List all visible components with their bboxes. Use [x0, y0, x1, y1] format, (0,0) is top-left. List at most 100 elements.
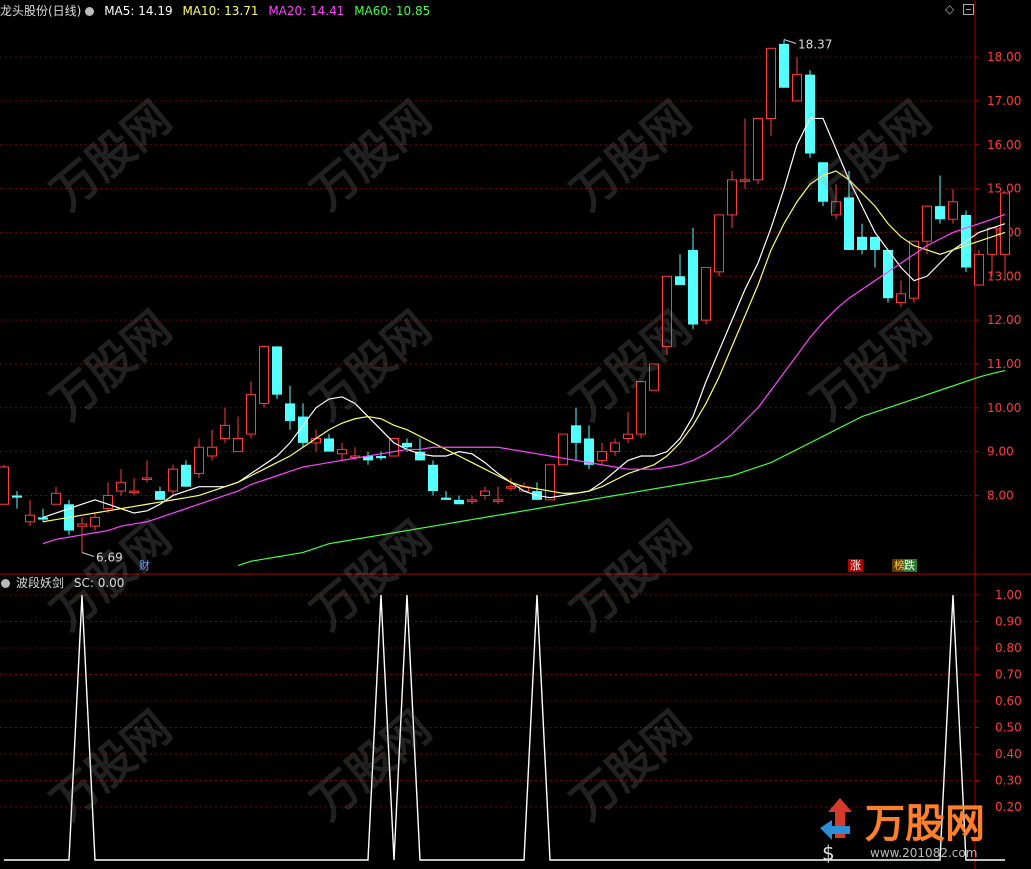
indicator-tick-label: 0.40	[995, 747, 1022, 761]
candle-body	[233, 437, 243, 453]
candle-body	[844, 197, 854, 250]
candle-body	[0, 466, 9, 505]
candle-body	[649, 363, 659, 391]
candle-body	[857, 236, 867, 250]
low-pointer	[81, 551, 95, 557]
minimize-icon[interactable]	[963, 4, 974, 15]
candle-body	[558, 433, 568, 466]
candle-body	[779, 43, 789, 88]
candle-body	[454, 499, 464, 505]
price-tick-label: 10.00	[987, 401, 1021, 415]
indicator-title[interactable]: 波段妖剑	[16, 576, 64, 590]
candle-body	[831, 201, 841, 216]
candle-body	[272, 346, 282, 395]
high-pointer	[783, 39, 797, 45]
candle-body	[493, 499, 503, 502]
indicator-tick-label: 0.60	[995, 694, 1022, 708]
logo-url: www.201082.com	[870, 846, 978, 860]
candle-body	[246, 394, 256, 435]
candle-body	[129, 490, 139, 494]
indicator-tick-label: 0.80	[995, 641, 1022, 655]
price-tick-label: 18.00	[987, 50, 1021, 64]
indicator-tick-label: 0.70	[995, 668, 1022, 682]
candle-body	[441, 497, 451, 500]
candle-body	[155, 491, 165, 500]
candle-body	[402, 442, 412, 448]
main-chart-header: 龙头股份(日线) MA5: 14.19 MA10: 13.71 MA20: 14…	[0, 2, 436, 20]
candle-body	[168, 468, 178, 492]
price-tick-label: 16.00	[987, 138, 1021, 152]
candle-body	[974, 253, 984, 286]
low-price-label: 6.69	[96, 550, 123, 564]
candle-body	[480, 490, 490, 496]
indicator-tick-label: 0.90	[995, 615, 1022, 629]
candle-body	[571, 425, 581, 443]
candle-body	[428, 464, 438, 492]
candle-body	[220, 424, 230, 439]
bull-arrow-icon: $	[820, 798, 852, 865]
candle-body	[623, 433, 633, 439]
stock-title[interactable]: 龙头股份(日线)	[0, 4, 81, 18]
candles-group	[0, 39, 1010, 553]
price-tick-label: 8.00	[987, 488, 1014, 502]
candle-body	[818, 162, 828, 202]
candle-body	[727, 179, 737, 216]
candle-body	[714, 214, 724, 273]
candle-body	[389, 437, 399, 457]
financial-badge[interactable]: 财	[137, 559, 152, 572]
candle-body	[896, 293, 906, 304]
candle-body	[142, 477, 152, 480]
candle-body	[103, 494, 113, 510]
candle-body	[636, 380, 646, 435]
candle-body	[285, 403, 295, 421]
rise-badge[interactable]: 涨	[848, 559, 863, 572]
candle-body	[467, 499, 477, 502]
diamond-icon[interactable]: ◇	[945, 3, 956, 15]
settings-circle-icon[interactable]	[85, 7, 95, 16]
ma20-label: MA20: 14.41	[268, 4, 345, 18]
indicator-settings-icon[interactable]	[1, 579, 10, 588]
indicator-value: SC: 0.00	[73, 576, 125, 590]
candle-body	[987, 227, 997, 255]
candle-body	[12, 495, 22, 498]
price-tick-label: 11.00	[987, 357, 1021, 371]
candle-body	[766, 47, 776, 119]
site-logo: $ 万股网 www.201082.com	[810, 790, 1025, 865]
candle-body	[116, 481, 126, 492]
candle-body	[753, 117, 763, 181]
candle-body	[90, 516, 100, 527]
candle-body	[584, 438, 594, 465]
candle-body	[805, 74, 815, 154]
candle-body	[376, 456, 386, 459]
candle-body	[870, 236, 880, 250]
candle-body	[675, 276, 685, 286]
ma-line-ma5	[42, 117, 1006, 518]
candle-body	[506, 486, 516, 489]
candle-body	[194, 446, 204, 475]
svg-text:$: $	[822, 841, 835, 865]
candle-body	[948, 201, 958, 220]
indicator-header: 波段妖剑 SC: 0.00	[0, 574, 130, 592]
candle-body	[259, 345, 269, 404]
candle-body	[25, 514, 35, 523]
stock-chart-canvas[interactable]: 18.0017.0016.0015.0014.0013.0012.0011.00…	[0, 0, 1031, 869]
candle-body	[337, 448, 347, 455]
price-tick-label: 9.00	[987, 445, 1014, 459]
candle-body	[662, 275, 672, 347]
ma5-label: MA5: 14.19	[104, 4, 173, 18]
price-tick-label: 17.00	[987, 94, 1021, 108]
high-price-label: 18.37	[798, 38, 832, 52]
candle-body	[51, 492, 61, 505]
ma-line-ma20	[42, 213, 1006, 545]
candle-body	[701, 267, 711, 321]
candle-body	[610, 442, 620, 453]
candle-body	[922, 205, 932, 242]
candle-body	[597, 451, 607, 461]
fall-badge[interactable]: 跌	[904, 559, 917, 572]
indicator-tick-label: 0.50	[995, 721, 1022, 735]
candle-body	[909, 240, 919, 299]
logo-text: 万股网	[865, 801, 985, 847]
candle-body	[740, 179, 750, 182]
candle-body	[792, 74, 802, 102]
ma60-label: MA60: 10.85	[354, 4, 431, 18]
